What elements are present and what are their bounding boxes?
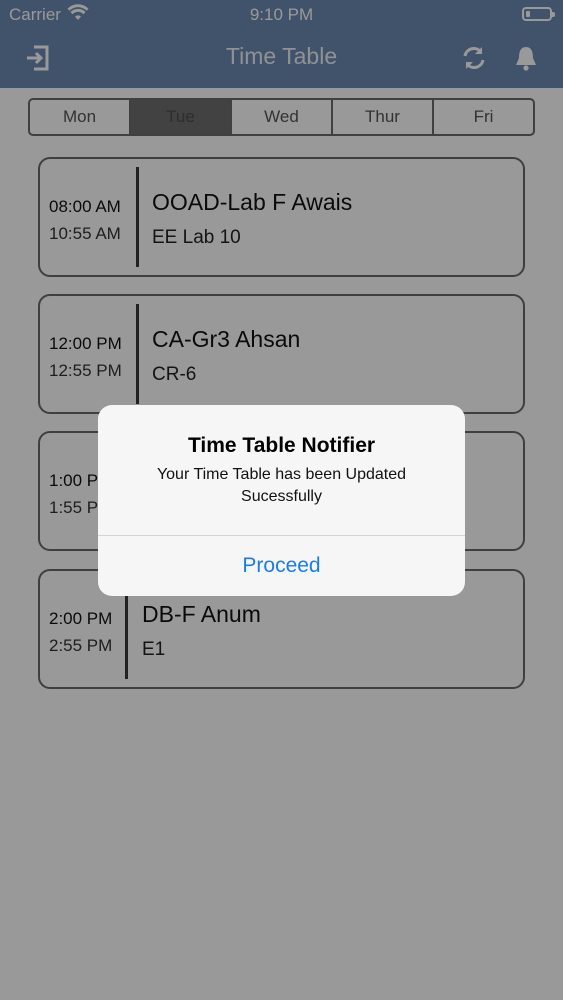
alert-dialog: Time Table Notifier Your Time Table has … xyxy=(98,405,465,596)
alert-title: Time Table Notifier xyxy=(187,434,376,457)
proceed-button[interactable]: Proceed xyxy=(98,536,465,596)
alert-message: Your Time Table has been Updated Sucessf… xyxy=(156,466,407,505)
